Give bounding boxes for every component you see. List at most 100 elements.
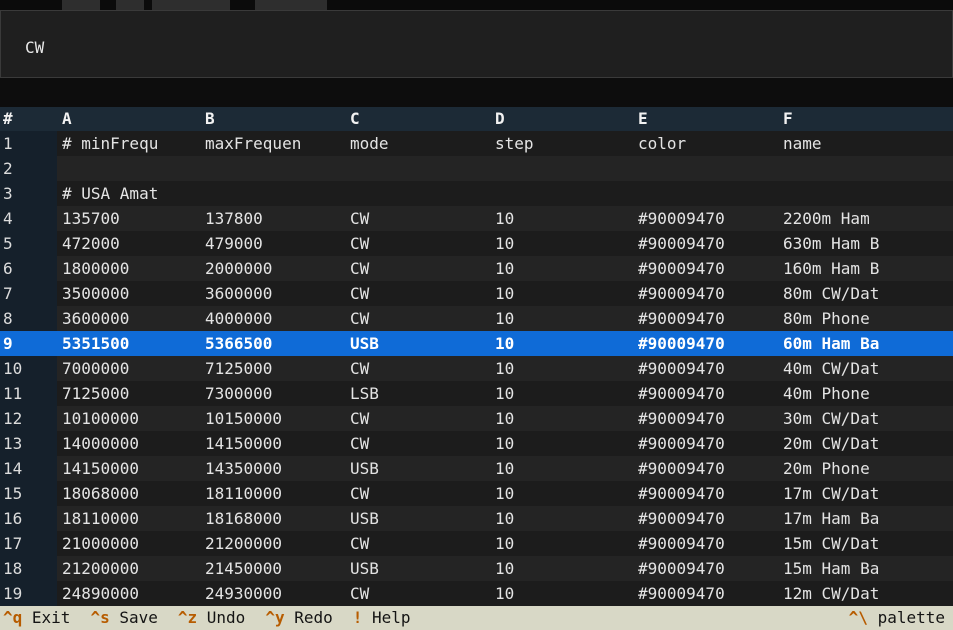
table-cell[interactable]: 2200m Ham [778, 206, 953, 231]
table-cell[interactable]: mode [345, 131, 490, 156]
table-cell[interactable]: USB [345, 506, 490, 531]
table-cell[interactable]: #90009470 [633, 406, 778, 431]
table-cell[interactable] [345, 156, 490, 181]
table-cell[interactable]: # minFrequ [57, 131, 200, 156]
table-cell[interactable]: CW [345, 306, 490, 331]
table-row[interactable]: 8 3600000 4000000 CW 10 #90009470 80m Phone [0, 306, 953, 331]
table-cell[interactable]: 20m CW/Dat [778, 431, 953, 456]
table-cell[interactable]: #90009470 [633, 206, 778, 231]
table-cell[interactable]: #90009470 [633, 281, 778, 306]
table-cell[interactable] [633, 181, 778, 206]
table-cell[interactable]: 10 [490, 506, 633, 531]
table-cell[interactable]: CW [345, 206, 490, 231]
table-cell[interactable]: 14350000 [200, 456, 345, 481]
table-cell[interactable]: 18168000 [200, 506, 345, 531]
table-cell[interactable] [200, 181, 345, 206]
table-cell[interactable]: 3500000 [57, 281, 200, 306]
footer-shortcut-undo[interactable]: ^z Undo [178, 606, 245, 630]
table-cell[interactable]: 10 [490, 281, 633, 306]
table-row[interactable]: 3 # USA Amat [0, 181, 953, 206]
table-cell[interactable]: CW [345, 581, 490, 606]
table-cell[interactable]: 2000000 [200, 256, 345, 281]
table-cell[interactable]: 24930000 [200, 581, 345, 606]
table-cell[interactable] [490, 181, 633, 206]
footer-shortcut-save[interactable]: ^s Save [90, 606, 157, 630]
table-cell[interactable]: 10100000 [57, 406, 200, 431]
table-cell[interactable] [778, 181, 953, 206]
table-cell[interactable]: #90009470 [633, 256, 778, 281]
table-row[interactable]: 2 [0, 156, 953, 181]
table-cell[interactable]: 30m CW/Dat [778, 406, 953, 431]
table-cell[interactable]: 20m Phone [778, 456, 953, 481]
table-cell[interactable]: 4000000 [200, 306, 345, 331]
table-cell[interactable]: CW [345, 406, 490, 431]
table-cell[interactable]: name [778, 131, 953, 156]
footer-shortcut-help[interactable]: ! Help [353, 606, 411, 630]
column-header[interactable]: D [490, 107, 633, 131]
table-cell[interactable]: USB [345, 556, 490, 581]
column-header[interactable]: C [345, 107, 490, 131]
table-row[interactable]: 16 18110000 18168000 USB 10 #90009470 17m Ham … [0, 506, 953, 531]
table-cell[interactable]: 7000000 [57, 356, 200, 381]
table-cell[interactable]: 17m Ham Ba [778, 506, 953, 531]
table-row[interactable]: 1 # minFrequ maxFrequen mode step color name [0, 131, 953, 156]
table-cell[interactable]: #90009470 [633, 481, 778, 506]
table-cell[interactable]: 10 [490, 531, 633, 556]
table-cell[interactable]: 18110000 [57, 506, 200, 531]
table-row[interactable]: 4 135700 137800 CW 10 #90009470 2200m Ham [0, 206, 953, 231]
table-row[interactable]: 15 18068000 18110000 CW 10 #90009470 17m CW/Da… [0, 481, 953, 506]
table-cell[interactable]: 40m CW/Dat [778, 356, 953, 381]
table-cell[interactable]: 10 [490, 481, 633, 506]
table-cell[interactable]: 1800000 [57, 256, 200, 281]
table-cell[interactable] [345, 181, 490, 206]
table-cell[interactable]: 14000000 [57, 431, 200, 456]
table-cell[interactable]: 21200000 [57, 556, 200, 581]
table-cell[interactable]: maxFrequen [200, 131, 345, 156]
column-header[interactable]: F [778, 107, 953, 131]
table-cell[interactable]: 7300000 [200, 381, 345, 406]
column-header[interactable]: A [57, 107, 200, 131]
table-cell[interactable]: 10 [490, 256, 633, 281]
table-cell[interactable]: CW [345, 481, 490, 506]
table-cell[interactable]: USB [345, 331, 490, 356]
table-cell[interactable]: 472000 [57, 231, 200, 256]
footer-shortcut-redo[interactable]: ^y Redo [265, 606, 332, 630]
table-cell[interactable]: 5366500 [200, 331, 345, 356]
table-cell[interactable]: CW [345, 531, 490, 556]
table-cell[interactable]: 24890000 [57, 581, 200, 606]
table-cell[interactable]: LSB [345, 381, 490, 406]
table-cell[interactable]: 7125000 [57, 381, 200, 406]
table-cell[interactable]: 10 [490, 206, 633, 231]
table-cell[interactable]: CW [345, 256, 490, 281]
table-cell[interactable]: 10 [490, 231, 633, 256]
column-header[interactable]: E [633, 107, 778, 131]
table-row[interactable]: 10 7000000 7125000 CW 10 #90009470 40m CW/Dat [0, 356, 953, 381]
table-cell[interactable]: 21000000 [57, 531, 200, 556]
table-cell[interactable]: 10 [490, 306, 633, 331]
table-cell[interactable]: #90009470 [633, 431, 778, 456]
footer-shortcut-exit[interactable]: ^q Exit [3, 606, 70, 630]
column-header[interactable]: B [200, 107, 345, 131]
footer-palette-shortcut[interactable]: ^\ palette [791, 582, 945, 630]
table-cell[interactable]: 18110000 [200, 481, 345, 506]
table-cell[interactable]: 3600000 [200, 281, 345, 306]
table-row[interactable]: 5 472000 479000 CW 10 #90009470 630m Ham B [0, 231, 953, 256]
table-cell[interactable]: 630m Ham B [778, 231, 953, 256]
table-cell[interactable]: 21200000 [200, 531, 345, 556]
table-cell[interactable]: 7125000 [200, 356, 345, 381]
table-cell[interactable]: 3600000 [57, 306, 200, 331]
table-cell[interactable]: USB [345, 456, 490, 481]
table-cell[interactable]: #90009470 [633, 356, 778, 381]
table-cell[interactable]: #90009470 [633, 556, 778, 581]
table-cell[interactable]: CW [345, 356, 490, 381]
table-row[interactable]: 13 14000000 14150000 CW 10 #90009470 20m CW/Da… [0, 431, 953, 456]
table-cell[interactable]: 60m Ham Ba [778, 331, 953, 356]
table-cell[interactable]: CW [345, 431, 490, 456]
table-cell[interactable]: 160m Ham B [778, 256, 953, 281]
table-row[interactable]: 9 5351500 5366500 USB 10 #90009470 60m Ham Ba [0, 331, 953, 356]
table-cell[interactable] [57, 156, 200, 181]
table-cell[interactable] [778, 156, 953, 181]
table-cell[interactable]: #90009470 [633, 531, 778, 556]
table-cell[interactable]: 10 [490, 431, 633, 456]
table-cell[interactable]: 10 [490, 381, 633, 406]
